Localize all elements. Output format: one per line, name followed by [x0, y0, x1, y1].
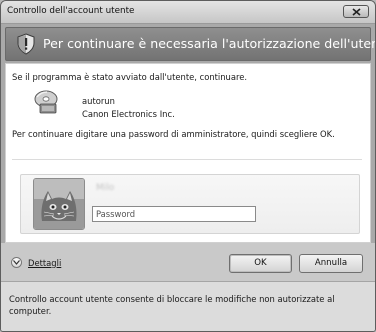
shield-icon [17, 33, 35, 55]
banner-title: Per continuare è necessaria l'autorizzaz… [43, 36, 376, 51]
password-field[interactable] [92, 206, 256, 222]
cd-program-icon [34, 90, 58, 114]
instruction-text: Per continuare digitare una password di … [12, 129, 335, 139]
title-bar: Controllo dell'account utente [1, 1, 375, 24]
close-button[interactable] [343, 5, 369, 18]
intro-text: Se il programma è stato avviato dall'ute… [12, 72, 248, 82]
username: Milo [96, 183, 115, 193]
dialog-content: Se il programma è stato avviato dall'ute… [5, 63, 371, 243]
close-icon [352, 8, 361, 16]
user-avatar [33, 178, 85, 230]
cat-avatar-icon [34, 179, 84, 229]
cancel-button[interactable]: Annulla [299, 254, 363, 273]
dialog-footer: Dettagli OK Annulla [1, 243, 375, 281]
program-publisher: Canon Electronics Inc. [82, 109, 175, 119]
separator [12, 159, 362, 160]
ok-button[interactable]: OK [229, 254, 292, 273]
details-label: Dettagli [28, 257, 62, 268]
chevron-down-icon [11, 257, 22, 268]
permission-banner: Per continuare è necessaria l'autorizzaz… [5, 27, 375, 61]
details-toggle[interactable]: Dettagli [11, 257, 61, 268]
program-name: autorun [82, 96, 115, 106]
credential-tile[interactable]: Milo [20, 174, 360, 234]
uac-info-text: Controllo account utente consente di blo… [9, 294, 335, 316]
uac-dialog: Controllo dell'account utente Per contin… [0, 0, 376, 332]
window-title: Controllo dell'account utente [7, 6, 135, 16]
info-footer: Controllo account utente consente di blo… [1, 282, 375, 331]
